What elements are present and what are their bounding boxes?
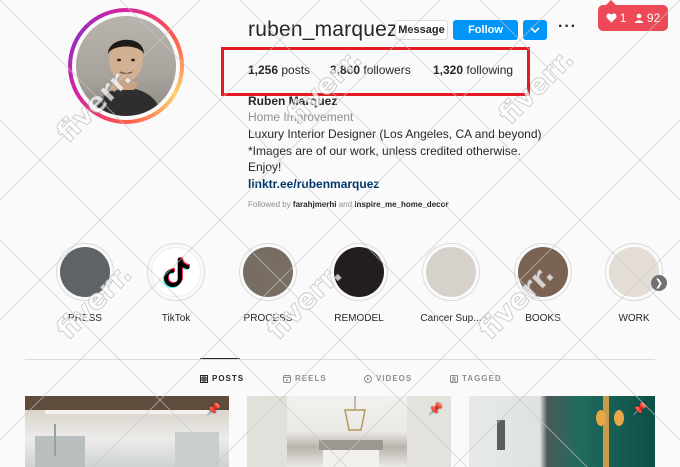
highlight-label: Cancer Sup... <box>420 313 482 324</box>
follow-button[interactable]: Follow <box>453 20 518 40</box>
new-followers-count: 92 <box>646 11 661 25</box>
post-image <box>247 396 451 467</box>
highlight-cover <box>426 247 476 297</box>
tab-label: POSTS <box>212 374 245 383</box>
post-thumbnail[interactable]: 📌 <box>25 396 229 467</box>
highlight-cover <box>518 247 568 297</box>
highlight-label: PROCESS <box>243 313 293 324</box>
tab-label: TAGGED <box>462 374 502 383</box>
profile-username: ruben_marquez <box>248 18 398 41</box>
heart-icon <box>606 13 617 23</box>
pin-icon: 📌 <box>632 402 647 416</box>
highlight-books[interactable]: BOOKS <box>508 243 578 324</box>
highlight-cancer-support[interactable]: Cancer Sup... <box>416 243 486 324</box>
followers-label: followers <box>363 63 411 77</box>
tab-posts[interactable]: POSTS <box>200 374 244 383</box>
post-thumbnail[interactable]: 📌 <box>247 396 451 467</box>
following-count: 1,320 <box>433 63 464 77</box>
posts-count: 1,256 <box>248 63 279 77</box>
highlight-process[interactable]: PROCESS <box>233 243 303 324</box>
tab-videos[interactable]: VIDEOS <box>364 374 412 383</box>
likes-count: 1 <box>619 11 627 25</box>
highlights-next-arrow-icon[interactable]: ❯ <box>651 275 667 291</box>
following-label: following <box>466 63 514 77</box>
activity-notification-badge[interactable]: 1 92 <box>598 0 668 31</box>
more-options-icon[interactable]: ··· <box>558 18 577 36</box>
avatar-photo <box>76 16 176 116</box>
post-image <box>497 396 624 467</box>
following-stat[interactable]: 1,320 following <box>433 63 513 77</box>
tab-reels[interactable]: REELS <box>283 374 327 383</box>
bio-line-1: Luxury Interior Designer (Los Angeles, C… <box>248 127 542 141</box>
highlight-cover <box>243 247 293 297</box>
suggested-dropdown-button[interactable] <box>523 20 547 40</box>
followers-stat[interactable]: 3,860 followers <box>330 63 411 77</box>
profile-avatar[interactable] <box>68 8 184 124</box>
highlight-label: PRESS <box>68 313 102 324</box>
followed-by-user: inspire_me_home_decor <box>354 200 449 209</box>
highlight-press[interactable]: PRESS <box>50 243 120 324</box>
highlight-tiktok[interactable]: TikTok <box>141 243 211 324</box>
reels-icon <box>283 374 291 383</box>
highlight-cover <box>60 247 110 297</box>
active-tab-indicator <box>200 358 240 359</box>
followers-count: 3,860 <box>330 63 361 77</box>
tiktok-logo-icon <box>163 257 190 288</box>
followed-by-user: farahjmerhi <box>292 200 337 209</box>
tab-tagged[interactable]: TAGGED <box>450 374 502 383</box>
highlight-remodel[interactable]: REMODEL <box>324 243 394 324</box>
tab-label: REELS <box>295 374 327 383</box>
message-button[interactable]: Message <box>395 20 448 40</box>
highlight-cover <box>609 247 659 297</box>
highlight-label: WORK <box>618 313 650 324</box>
bio-line-3: Enjoy! <box>248 160 282 174</box>
highlight-cover <box>151 247 201 297</box>
pin-icon: 📌 <box>206 402 221 416</box>
pin-icon: 📌 <box>428 402 443 416</box>
posts-stat: 1,256 posts <box>248 63 310 77</box>
bio-line-2: *Images are of our work, unless credited… <box>248 144 521 158</box>
grid-icon <box>200 374 208 383</box>
highlight-label: BOOKS <box>525 313 561 324</box>
followed-by-prefix: Followed by <box>248 200 291 209</box>
tag-icon <box>450 374 458 383</box>
followed-by[interactable]: Followed by farahjmerhi and inspire_me_h… <box>248 200 449 209</box>
tabs-divider <box>25 359 655 360</box>
video-icon <box>364 374 372 383</box>
chevron-down-icon <box>530 27 540 33</box>
post-image <box>25 396 229 467</box>
posts-label: posts <box>281 63 311 77</box>
highlight-cover <box>334 247 384 297</box>
post-thumbnail[interactable]: 📌 <box>469 396 655 467</box>
profile-category: Home Improvement <box>248 110 354 124</box>
followed-by-conjunction: and <box>338 200 353 209</box>
highlight-label: REMODEL <box>334 313 384 324</box>
profile-full-name: Ruben Marquez <box>248 94 338 108</box>
bio-link[interactable]: linktr.ee/rubenmarquez <box>248 177 379 191</box>
person-icon <box>634 13 644 23</box>
highlight-label: TikTok <box>161 313 191 324</box>
tab-label: VIDEOS <box>376 374 413 383</box>
